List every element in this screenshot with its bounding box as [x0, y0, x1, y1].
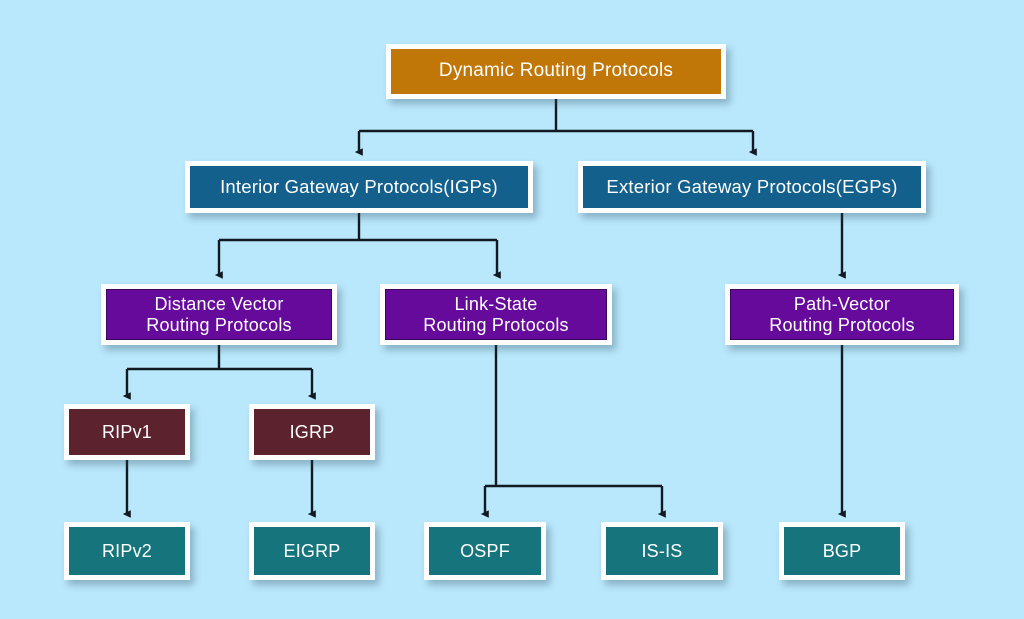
node-ripv2[interactable]: RIPv2	[64, 522, 190, 580]
node-ospf[interactable]: OSPF	[424, 522, 546, 580]
node-isis[interactable]: IS-IS	[601, 522, 723, 580]
node-label-link-state: Link-State Routing Protocols	[423, 293, 569, 335]
node-exterior-gateway-protocols[interactable]: Exterior Gateway Protocols(EGPs)	[578, 161, 926, 213]
node-label-isis: IS-IS	[641, 540, 683, 561]
node-label-igp: Interior Gateway Protocols(IGPs)	[220, 176, 498, 198]
node-label-path-vector: Path-Vector Routing Protocols	[769, 293, 915, 335]
node-interior-gateway-protocols[interactable]: Interior Gateway Protocols(IGPs)	[185, 161, 533, 213]
node-label-distance-vector: Distance Vector Routing Protocols	[146, 293, 292, 335]
node-label-ospf: OSPF	[460, 540, 510, 561]
diagram-canvas: Dynamic Routing Protocols Interior Gatew…	[0, 0, 1024, 619]
node-distance-vector-routing-protocols[interactable]: Distance Vector Routing Protocols	[101, 284, 337, 345]
node-label-igrp: IGRP	[289, 421, 335, 442]
node-label-root: Dynamic Routing Protocols	[438, 60, 674, 82]
node-label-eigrp: EIGRP	[283, 540, 341, 561]
node-label-egp: Exterior Gateway Protocols(EGPs)	[606, 176, 898, 198]
node-dynamic-routing-protocols[interactable]: Dynamic Routing Protocols	[386, 44, 726, 99]
node-ripv1[interactable]: RIPv1	[64, 404, 190, 460]
node-label-ripv2: RIPv2	[101, 540, 153, 561]
node-path-vector-routing-protocols[interactable]: Path-Vector Routing Protocols	[725, 284, 959, 345]
node-igrp[interactable]: IGRP	[249, 404, 375, 460]
node-eigrp[interactable]: EIGRP	[249, 522, 375, 580]
node-label-bgp: BGP	[822, 540, 862, 561]
node-link-state-routing-protocols[interactable]: Link-State Routing Protocols	[380, 284, 612, 345]
node-label-ripv1: RIPv1	[101, 421, 153, 442]
node-bgp[interactable]: BGP	[779, 522, 905, 580]
